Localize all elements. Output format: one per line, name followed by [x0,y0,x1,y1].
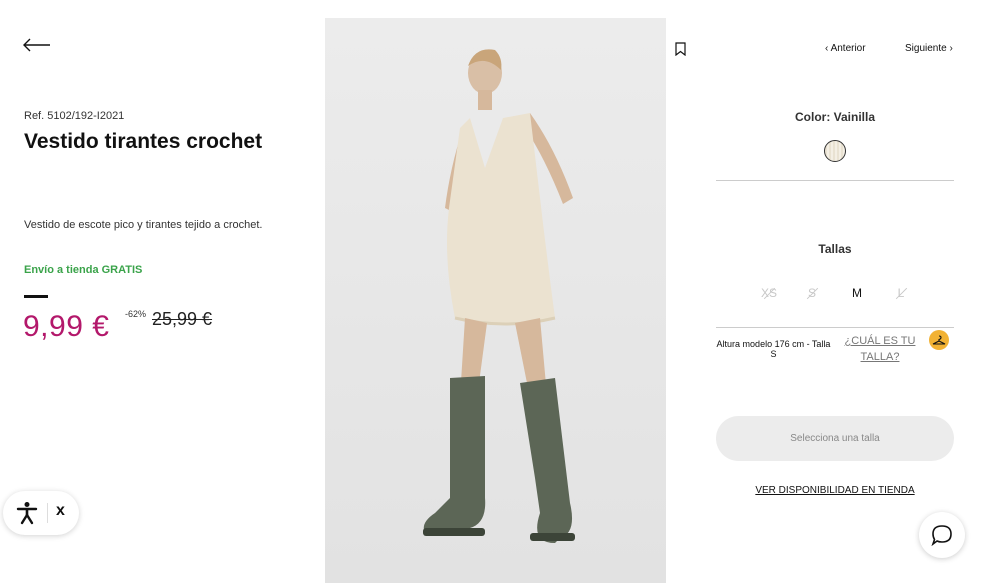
size-guide-button[interactable] [929,330,949,350]
model-size-info: Altura modelo 176 cm - Talla S [716,339,831,359]
price-divider [24,295,48,298]
size-option-m[interactable]: M [842,286,872,300]
size-option-s[interactable]: S [797,286,827,300]
model-illustration [423,49,575,543]
accessibility-close-button[interactable]: x [56,502,65,520]
discount-badge: -62% [125,309,147,319]
accessibility-separator [47,503,48,523]
next-label: Siguiente [905,43,947,54]
product-title: Vestido tirantes crochet [24,130,263,153]
next-product-link[interactable]: Siguiente › [905,43,953,54]
select-size-button[interactable]: Selecciona una talla [716,416,954,461]
current-price: 9,99 € [23,310,110,343]
sizes-label: Tallas [818,242,852,256]
hanger-icon [932,335,946,345]
bookmark-button[interactable] [674,42,687,57]
store-availability-link[interactable]: VER DISPONIBILIDAD EN TIENDA [716,485,954,496]
color-swatch-vainilla[interactable] [824,140,846,162]
bookmark-icon [675,42,686,57]
size-option-xs[interactable]: XS [754,286,784,300]
previous-label: Anterior [830,43,866,54]
chat-button[interactable] [919,512,965,558]
accessibility-icon[interactable] [15,501,39,525]
back-button[interactable] [22,34,52,56]
original-price: 25,99 € [152,309,213,329]
previous-product-link[interactable]: ‹ Anterior [825,43,866,54]
section-divider [716,327,954,328]
color-label: Color: Vainilla [794,110,875,124]
shipping-info: Envío a tienda GRATIS [24,264,143,276]
product-image [325,18,666,583]
chevron-right-icon: › [946,43,953,54]
product-reference: Ref. 5102/192-I2021 [24,110,125,122]
product-description: Vestido de escote pico y tirantes tejido… [24,219,263,231]
section-divider [716,180,954,181]
chat-icon [931,525,952,546]
size-guide-link[interactable]: ¿CUÁL ES TU TALLA? [842,333,918,365]
accessibility-widget: x [3,491,79,535]
arrow-left-icon [23,38,50,52]
size-option-l[interactable]: L [886,286,916,300]
